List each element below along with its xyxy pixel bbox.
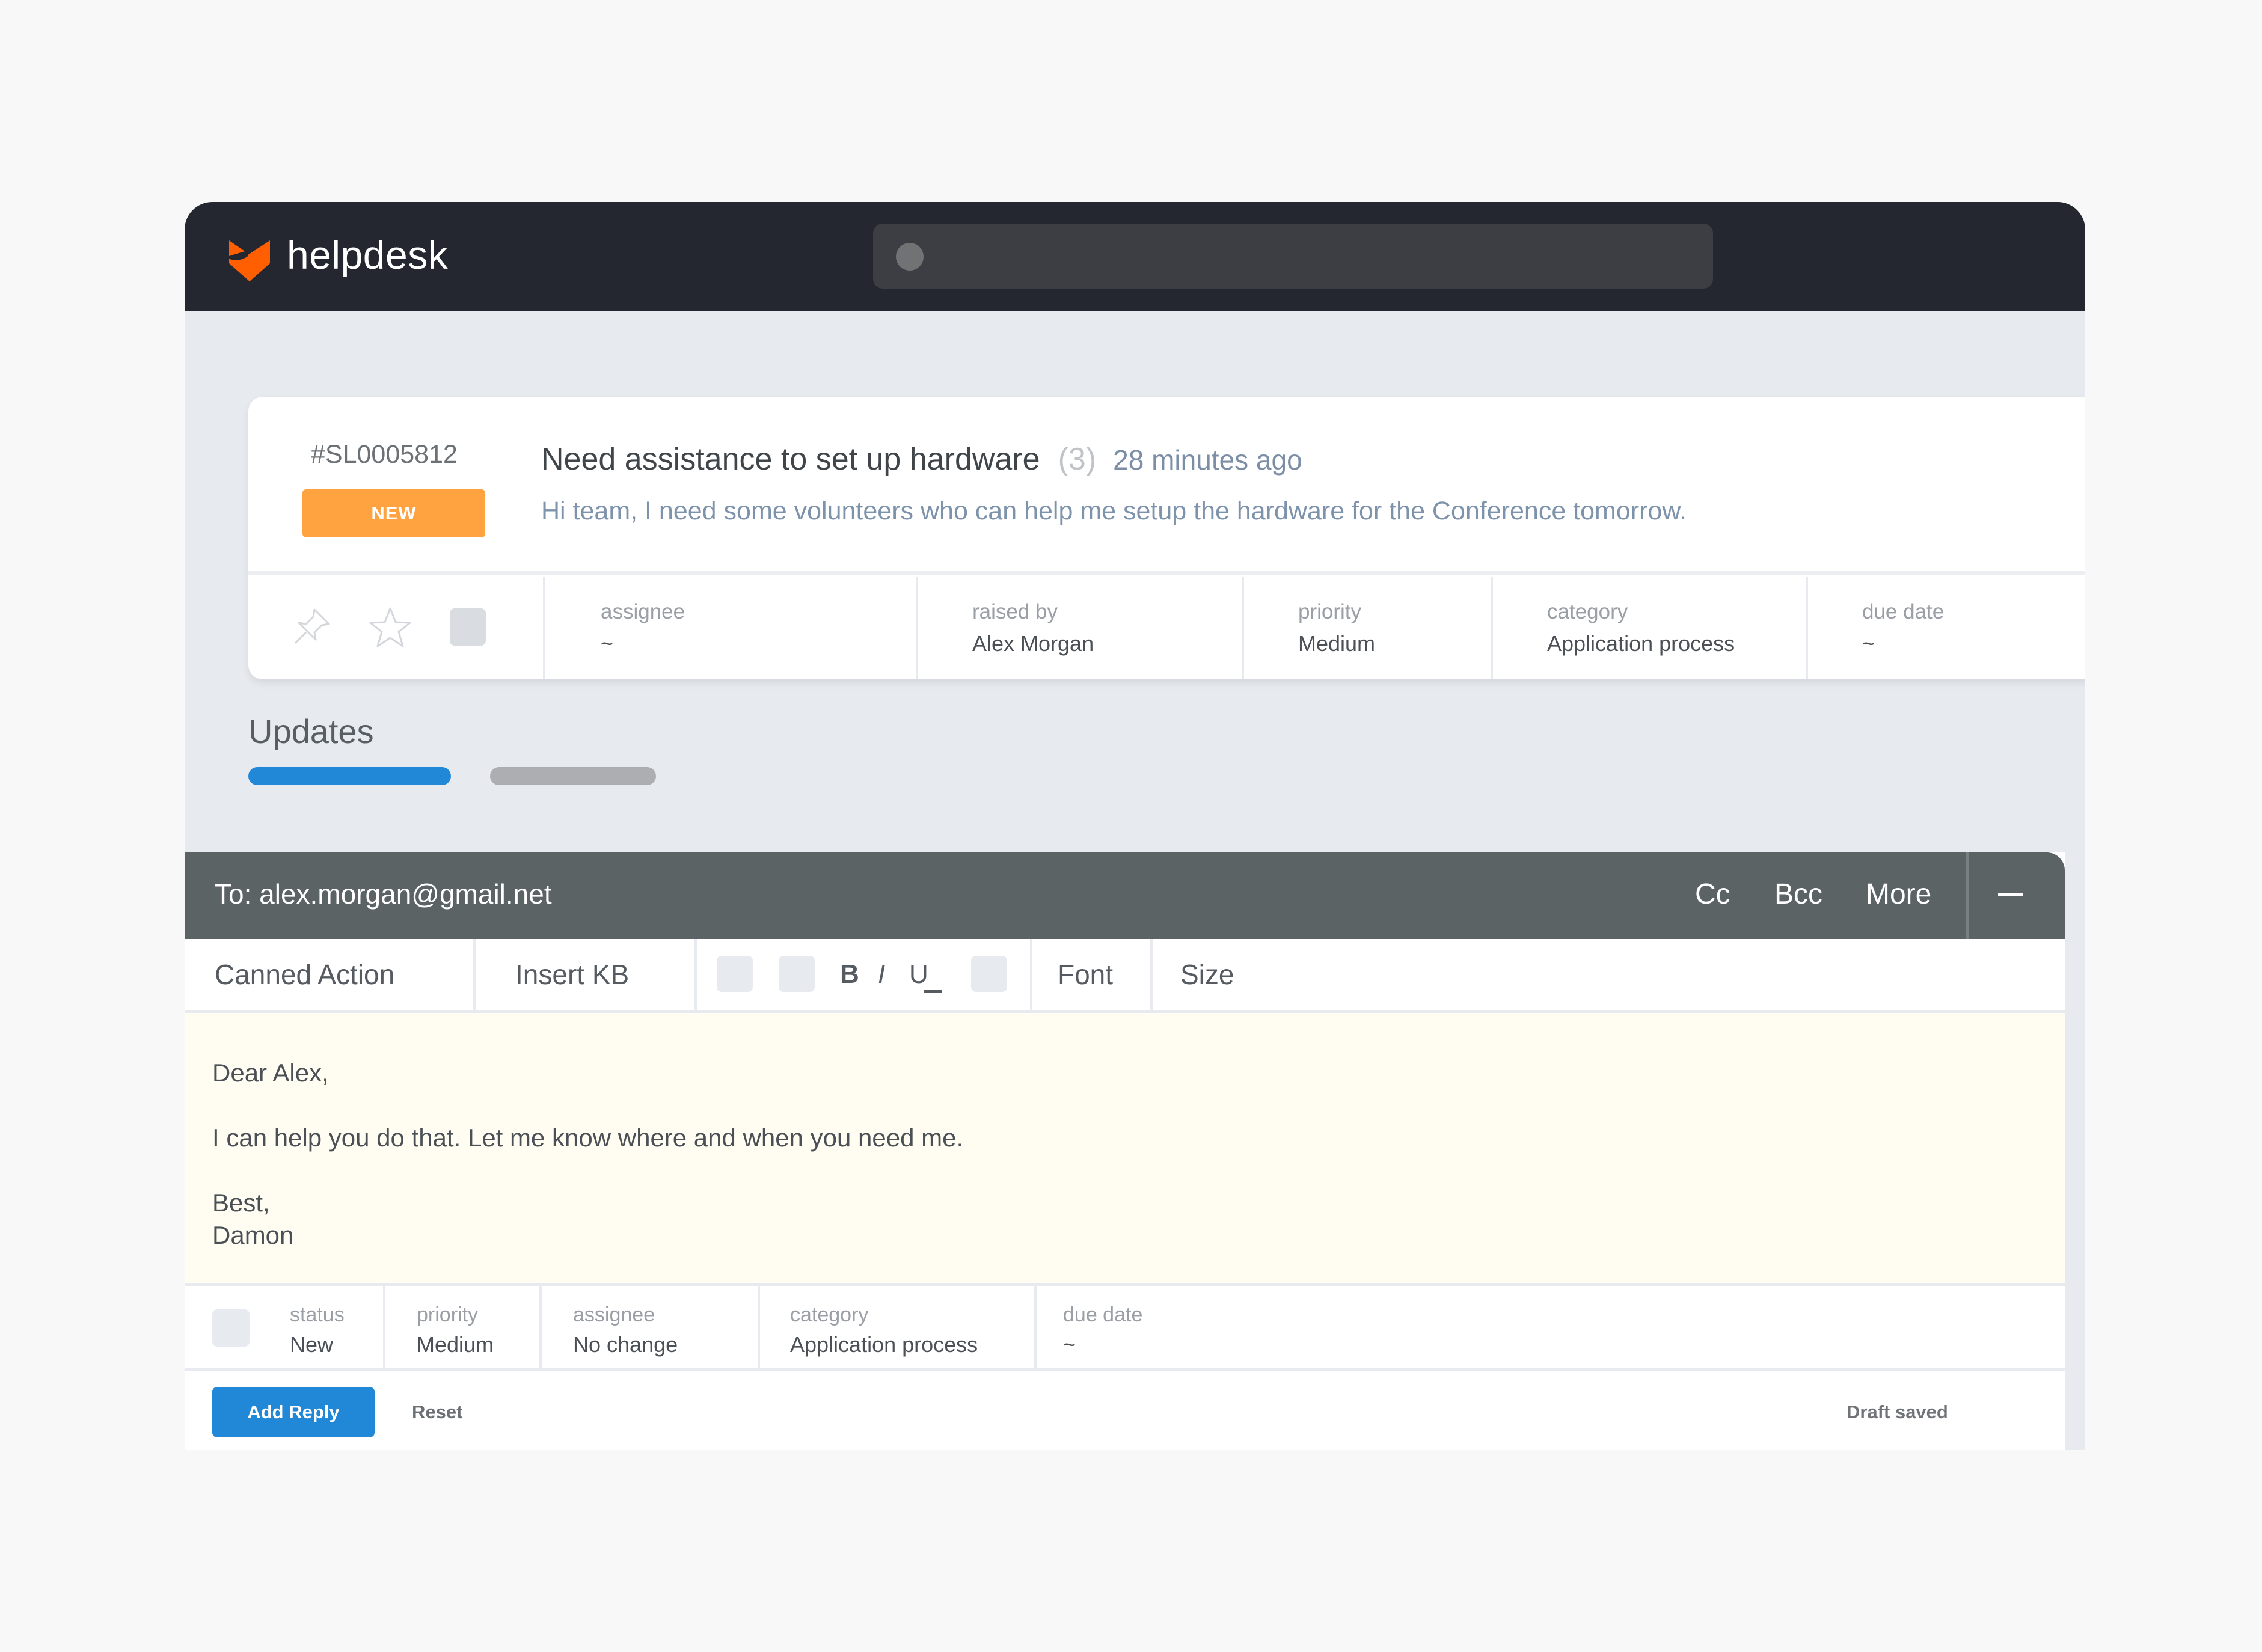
body-greeting: Dear Alex, (212, 1059, 329, 1087)
field-status[interactable]: status New (185, 1286, 383, 1368)
header-divider (1966, 852, 1969, 939)
draft-status: Draft saved (1847, 1401, 1948, 1422)
meta-label: assignee (601, 600, 685, 623)
meta-value: Alex Morgan (972, 631, 1094, 656)
format-option-icon[interactable] (971, 956, 1007, 992)
meta-value: Medium (1298, 631, 1376, 656)
field-label: status (290, 1303, 345, 1326)
field-value: Application process (790, 1332, 978, 1357)
field-label: category (790, 1303, 869, 1326)
field-category[interactable]: category Application process (758, 1286, 1034, 1368)
updates-heading: Updates (248, 712, 374, 750)
reply-composer: To: alex.morgan@gmail.net Cc Bcc More Ca… (185, 852, 2065, 1450)
search-input[interactable] (873, 224, 1713, 289)
size-dropdown[interactable]: Size (1180, 939, 1234, 1010)
tab-updates-active[interactable] (248, 767, 451, 785)
italic-button[interactable]: I (878, 939, 885, 1010)
field-due-date[interactable]: due date ~ (1034, 1286, 1335, 1368)
body-message: I can help you do that. Let me know wher… (212, 1124, 964, 1152)
status-badge: NEW (302, 489, 485, 537)
composer-gutter (2065, 852, 2085, 1450)
meta-label: raised by (972, 600, 1058, 623)
meta-value: ~ (601, 631, 614, 656)
ticket-description: Hi team, I need some volunteers who can … (541, 497, 1687, 525)
field-value: ~ (1063, 1332, 1076, 1357)
reply-actions: Add Reply Reset Draft saved (185, 1371, 2065, 1450)
app-window: helpdesk #SL0005812 NEW Need assistance … (185, 202, 2085, 1450)
search-dot-icon (896, 243, 924, 271)
meta-raised-by[interactable]: raised by Alex Morgan (916, 577, 1242, 679)
meta-value: ~ (1862, 631, 1875, 656)
underline-mark (924, 990, 942, 993)
font-dropdown[interactable]: Font (1058, 939, 1113, 1010)
ticket-card: #SL0005812 NEW Need assistance to set up… (248, 397, 2085, 679)
insert-kb-button[interactable]: Insert KB (515, 939, 629, 1010)
body-signature: Damon (212, 1221, 294, 1249)
field-assignee[interactable]: assignee No change (539, 1286, 758, 1368)
bold-button[interactable]: B (840, 939, 859, 1010)
add-reply-button[interactable]: Add Reply (212, 1387, 375, 1437)
cc-button[interactable]: Cc (1695, 878, 1730, 911)
meta-priority[interactable]: priority Medium (1242, 577, 1491, 679)
reset-button[interactable]: Reset (412, 1387, 462, 1437)
toolbar-divider (1030, 939, 1032, 1010)
field-value: No change (573, 1332, 678, 1357)
ticket-meta-row: assignee ~ raised by Alex Morgan priorit… (248, 575, 2085, 679)
meta-label: category (1547, 600, 1628, 623)
meta-category[interactable]: category Application process (1491, 577, 1806, 679)
message-body[interactable]: Dear Alex, I can help you do that. Let m… (185, 1013, 2065, 1283)
recipient-field[interactable]: To: alex.morgan@gmail.net (215, 878, 552, 910)
reply-count: (3) (1058, 442, 1097, 477)
star-icon[interactable] (369, 606, 412, 649)
field-label: due date (1063, 1303, 1143, 1326)
more-button[interactable]: More (1866, 878, 1931, 911)
ticket-id: #SL0005812 (311, 440, 458, 469)
checkbox-icon[interactable] (450, 608, 486, 646)
underline-button[interactable]: U (909, 939, 928, 1010)
composer-header: To: alex.morgan@gmail.net Cc Bcc More (185, 852, 2065, 939)
app-logo-text[interactable]: helpdesk (287, 232, 448, 278)
ticket-actions (248, 575, 543, 679)
meta-value: Application process (1547, 631, 1735, 656)
field-value: New (290, 1332, 334, 1357)
format-option-icon[interactable] (717, 956, 753, 992)
tab-updates-inactive[interactable] (490, 767, 656, 785)
bcc-button[interactable]: Bcc (1774, 878, 1822, 911)
toolbar-divider (694, 939, 697, 1010)
ticket-title[interactable]: Need assistance to set up hardware (541, 442, 1040, 477)
field-label: assignee (573, 1303, 655, 1326)
minimize-icon[interactable] (1998, 893, 2023, 896)
meta-due-date[interactable]: due date ~ (1806, 577, 2085, 679)
canned-action-button[interactable]: Canned Action (215, 939, 394, 1010)
reply-fields-row: status New priority Medium assignee No c… (185, 1283, 2065, 1371)
fox-shield-icon (228, 240, 270, 281)
toolbar-divider (473, 939, 476, 1010)
body-signoff: Best, (212, 1189, 270, 1217)
top-navigation-bar: helpdesk (185, 202, 2085, 311)
pin-icon[interactable] (290, 606, 333, 648)
field-value: Medium (417, 1332, 494, 1357)
toolbar-divider (1150, 939, 1153, 1010)
formatting-toolbar: Canned Action Insert KB B I U Font Size (185, 939, 2065, 1013)
meta-label: priority (1298, 600, 1362, 623)
field-priority[interactable]: priority Medium (383, 1286, 539, 1368)
field-label: priority (417, 1303, 479, 1326)
ticket-title-row: Need assistance to set up hardware (3) 28 … (541, 441, 1302, 477)
meta-assignee[interactable]: assignee ~ (543, 577, 916, 679)
ticket-timestamp: 28 minutes ago (1113, 444, 1302, 476)
format-option-icon[interactable] (779, 956, 815, 992)
meta-label: due date (1862, 600, 1945, 623)
